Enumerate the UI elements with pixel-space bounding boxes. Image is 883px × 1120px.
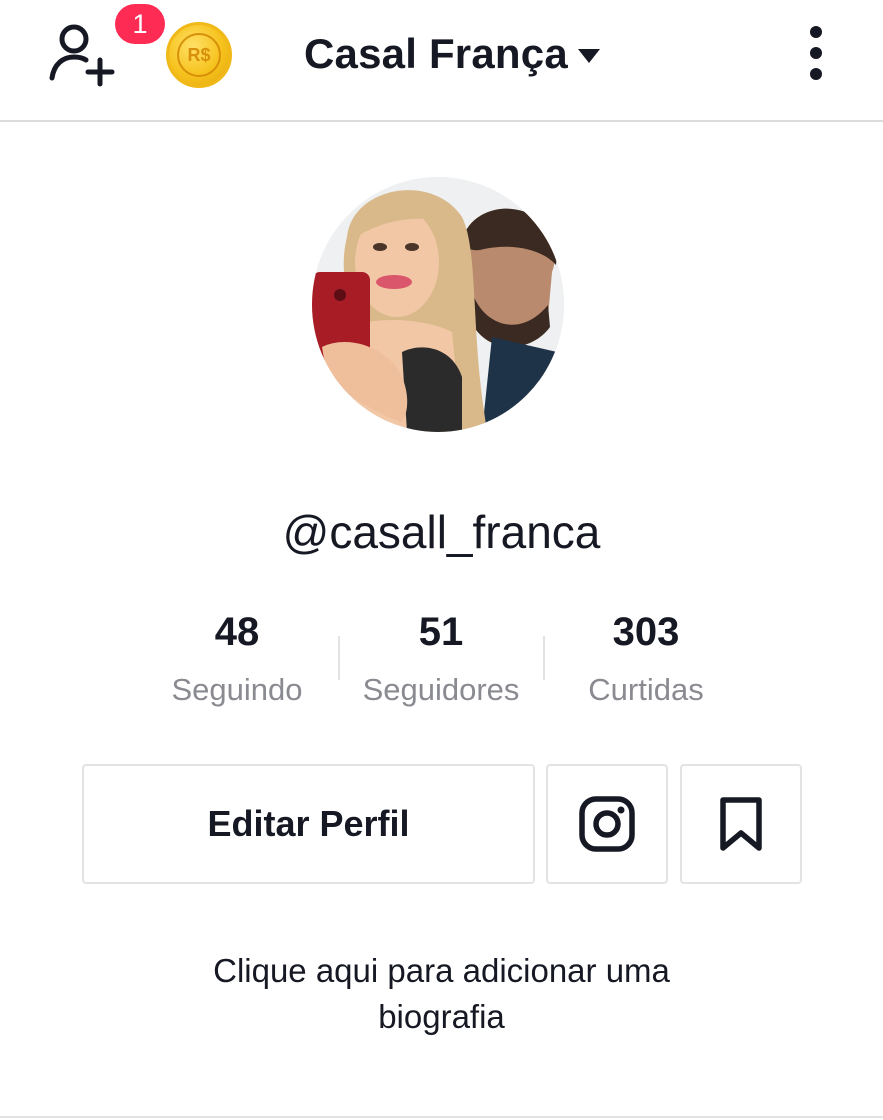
stat-likes[interactable]: 303 Curtidas xyxy=(546,608,746,712)
username: @casall_franca xyxy=(282,506,601,558)
profile-avatar[interactable] xyxy=(312,177,564,432)
caret-down-icon xyxy=(577,49,600,63)
account-switcher[interactable]: Casal França xyxy=(304,26,602,82)
bookmark-icon xyxy=(720,797,762,851)
coin-button[interactable]: R$ xyxy=(166,22,232,88)
bio-line-2: biografia xyxy=(378,998,505,1035)
following-label: Seguindo xyxy=(171,672,303,707)
bio-line-1: Clique aqui para adicionar uma xyxy=(213,952,670,989)
likes-count: 303 xyxy=(612,610,680,654)
add-bio-link[interactable]: Clique aqui para adicionar uma biografia xyxy=(0,948,883,1040)
account-name: Casal França xyxy=(304,30,568,77)
followers-label: Seguidores xyxy=(362,672,520,707)
stat-divider xyxy=(338,636,340,680)
following-count: 48 xyxy=(214,610,260,654)
avatar-photo xyxy=(312,177,564,432)
more-vertical-icon xyxy=(810,26,822,80)
top-bar: 1 R$ Casal França xyxy=(0,0,883,122)
edit-profile-button[interactable]: Editar Perfil xyxy=(82,764,535,884)
instagram-icon xyxy=(579,796,635,852)
stat-divider xyxy=(543,636,545,680)
stat-followers[interactable]: 51 Seguidores xyxy=(341,608,541,712)
notification-badge: 1 xyxy=(115,4,165,44)
bottom-divider xyxy=(0,1116,883,1118)
add-friend-button[interactable] xyxy=(46,20,116,90)
bookmark-button[interactable] xyxy=(680,764,802,884)
stat-following[interactable]: 48 Seguindo xyxy=(137,608,337,712)
followers-count: 51 xyxy=(418,610,464,654)
edit-profile-label: Editar Perfil xyxy=(207,803,410,844)
more-options-button[interactable] xyxy=(800,22,832,84)
coin-icon: R$ xyxy=(177,33,221,77)
likes-label: Curtidas xyxy=(588,672,704,707)
instagram-button[interactable] xyxy=(546,764,668,884)
add-friend-icon xyxy=(49,24,115,87)
